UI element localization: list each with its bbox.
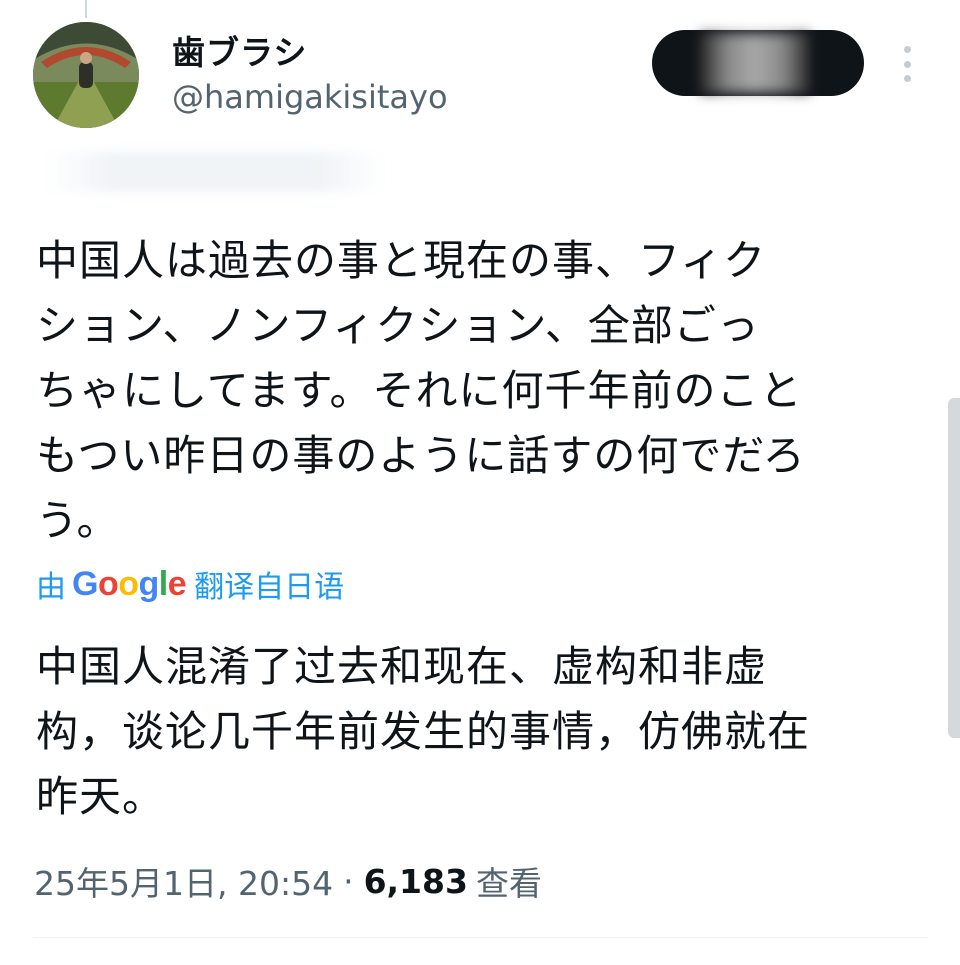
avatar[interactable] — [33, 22, 139, 128]
google-letter: l — [158, 564, 168, 603]
user-handle[interactable]: @hamigakisitayo — [172, 78, 448, 116]
scrollbar[interactable] — [948, 398, 960, 738]
google-letter: G — [72, 564, 98, 603]
google-letter: o — [97, 564, 119, 603]
more-dot — [903, 60, 911, 68]
tweet-text: 中国人は過去の事と現在の事、フィク ション、ノンフィクション、全部ごっ ちゃにし… — [36, 236, 806, 545]
more-dot — [903, 46, 911, 53]
translated-tweet-text: 中国人混淆了过去和现在、虚构和非虚 构，谈论几千年前发生的事情，仿佛就在 昨天。 — [36, 642, 811, 821]
thread-connector-line — [85, 0, 87, 18]
translate-prefix: 由 — [36, 570, 66, 605]
view-count[interactable]: 6,183 — [364, 862, 468, 901]
timestamp[interactable]: 25年5月1日, 20:54 — [34, 857, 333, 905]
divider — [33, 937, 928, 938]
view-label: 查看 — [475, 864, 542, 903]
more-vertical-icon[interactable] — [895, 46, 919, 82]
more-dot — [903, 75, 911, 82]
avatar-image — [33, 22, 139, 128]
display-name[interactable]: 歯ブラシ — [172, 26, 307, 74]
google-letter: o — [118, 564, 139, 603]
meta-separator: · — [343, 861, 354, 901]
translate-attribution[interactable]: 由 Google 翻译自日语 — [36, 562, 344, 606]
redacted-reply-line — [45, 152, 385, 192]
google-letter: e — [167, 564, 187, 603]
follow-button[interactable] — [652, 30, 864, 96]
google-logo: Google — [72, 564, 187, 604]
google-letter: g — [138, 564, 160, 603]
translate-suffix: 翻译自日语 — [194, 570, 345, 605]
tweet-meta: 25年5月1日, 20:54 · 6,183 查看 — [34, 858, 542, 904]
